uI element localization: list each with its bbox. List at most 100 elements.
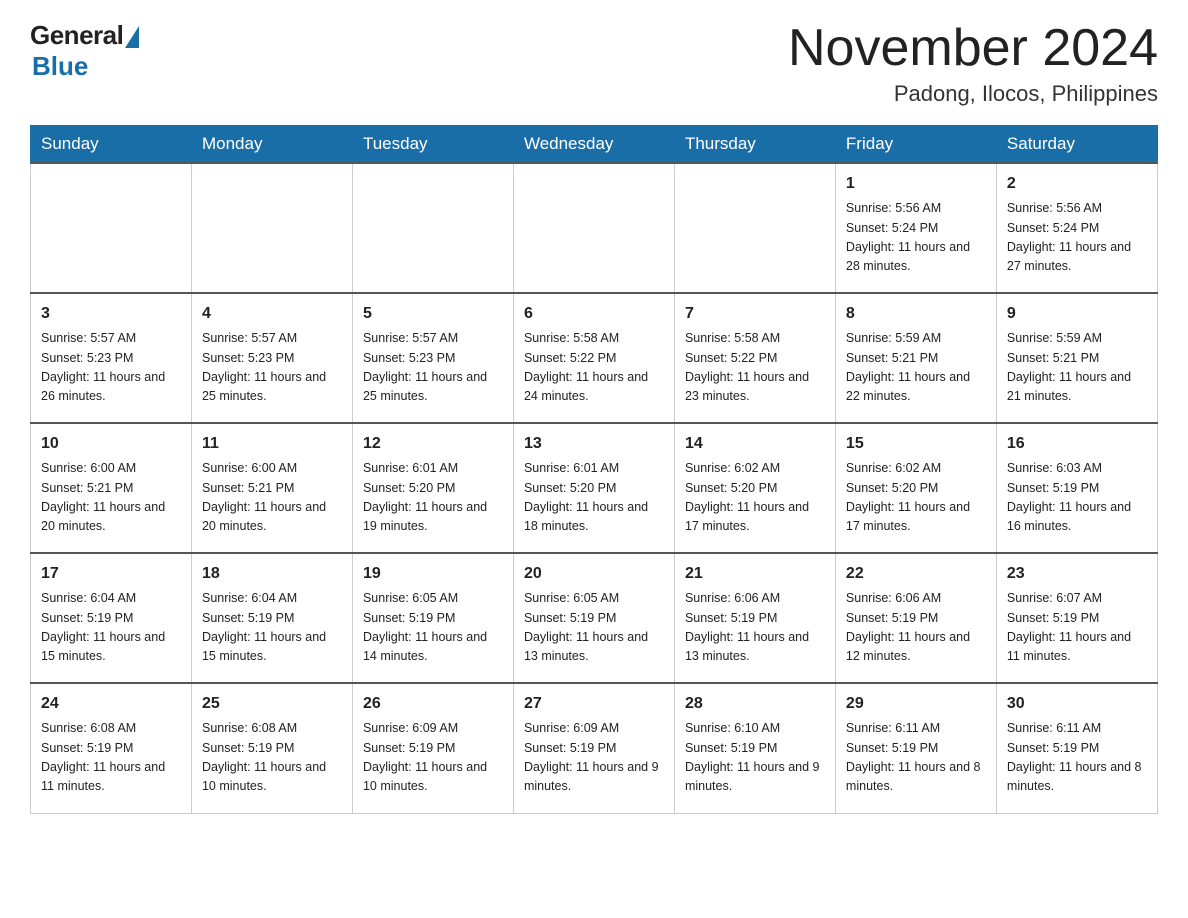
day-of-week-header: Thursday bbox=[674, 126, 835, 164]
day-info: Sunrise: 6:08 AM Sunset: 5:19 PM Dayligh… bbox=[41, 719, 181, 797]
calendar-day-cell: 29 Sunrise: 6:11 AM Sunset: 5:19 PM Dayli… bbox=[835, 683, 996, 813]
day-number: 8 bbox=[846, 302, 986, 326]
day-info: Sunrise: 6:05 AM Sunset: 5:19 PM Dayligh… bbox=[524, 589, 664, 667]
day-of-week-header: Tuesday bbox=[352, 126, 513, 164]
day-info: Sunrise: 5:59 AM Sunset: 5:21 PM Dayligh… bbox=[846, 329, 986, 407]
calendar-day-cell: 23Sunrise: 6:07 AM Sunset: 5:19 PM Dayli… bbox=[996, 553, 1157, 683]
day-info: Sunrise: 6:09 AM Sunset: 5:19 PM Dayligh… bbox=[363, 719, 503, 797]
day-number: 17 bbox=[41, 562, 181, 586]
day-info: Sunrise: 5:56 AM Sunset: 5:24 PM Dayligh… bbox=[1007, 199, 1147, 277]
day-number: 9 bbox=[1007, 302, 1147, 326]
day-number: 24 bbox=[41, 692, 181, 716]
calendar-week-row: 10 Sunrise: 6:00 AM Sunset: 5:21 PM Dayli… bbox=[31, 423, 1158, 553]
day-number: 16 bbox=[1007, 432, 1147, 456]
calendar-day-cell: 21 Sunrise: 6:06 AM Sunset: 5:19 PM Dayli… bbox=[674, 553, 835, 683]
calendar-day-cell: 24 Sunrise: 6:08 AM Sunset: 5:19 PM Dayli… bbox=[31, 683, 192, 813]
calendar-day-cell: 20Sunrise: 6:05 AM Sunset: 5:19 PM Dayli… bbox=[513, 553, 674, 683]
calendar-week-row: 3Sunrise: 5:57 AM Sunset: 5:23 PM Daylig… bbox=[31, 293, 1158, 423]
day-info: Sunrise: 5:57 AM Sunset: 5:23 PM Dayligh… bbox=[363, 329, 503, 407]
day-info: Sunrise: 6:03 AM Sunset: 5:19 PM Dayligh… bbox=[1007, 459, 1147, 537]
day-number: 6 bbox=[524, 302, 664, 326]
day-number: 2 bbox=[1007, 172, 1147, 196]
calendar-day-cell: 3Sunrise: 5:57 AM Sunset: 5:23 PM Daylig… bbox=[31, 293, 192, 423]
calendar-day-cell: 12Sunrise: 6:01 AM Sunset: 5:20 PM Dayli… bbox=[352, 423, 513, 553]
day-number: 11 bbox=[202, 432, 342, 456]
day-number: 29 bbox=[846, 692, 986, 716]
day-info: Sunrise: 6:00 AM Sunset: 5:21 PM Dayligh… bbox=[41, 459, 181, 537]
day-of-week-header: Wednesday bbox=[513, 126, 674, 164]
location-subtitle: Padong, Ilocos, Philippines bbox=[788, 81, 1158, 107]
day-number: 25 bbox=[202, 692, 342, 716]
day-number: 4 bbox=[202, 302, 342, 326]
calendar-day-cell bbox=[674, 163, 835, 293]
logo-general-text: General bbox=[30, 20, 123, 51]
day-info: Sunrise: 5:59 AM Sunset: 5:21 PM Dayligh… bbox=[1007, 329, 1147, 407]
day-info: Sunrise: 5:56 AM Sunset: 5:24 PM Dayligh… bbox=[846, 199, 986, 277]
day-info: Sunrise: 6:04 AM Sunset: 5:19 PM Dayligh… bbox=[41, 589, 181, 667]
day-number: 13 bbox=[524, 432, 664, 456]
day-info: Sunrise: 5:57 AM Sunset: 5:23 PM Dayligh… bbox=[202, 329, 342, 407]
day-info: Sunrise: 5:58 AM Sunset: 5:22 PM Dayligh… bbox=[524, 329, 664, 407]
calendar-day-cell: 15 Sunrise: 6:02 AM Sunset: 5:20 PM Dayli… bbox=[835, 423, 996, 553]
day-info: Sunrise: 6:08 AM Sunset: 5:19 PM Dayligh… bbox=[202, 719, 342, 797]
day-number: 7 bbox=[685, 302, 825, 326]
calendar-week-row: 24 Sunrise: 6:08 AM Sunset: 5:19 PM Dayli… bbox=[31, 683, 1158, 813]
day-info: Sunrise: 5:58 AM Sunset: 5:22 PM Dayligh… bbox=[685, 329, 825, 407]
day-number: 19 bbox=[363, 562, 503, 586]
calendar-day-cell: 7 Sunrise: 5:58 AM Sunset: 5:22 PM Daylig… bbox=[674, 293, 835, 423]
calendar-day-cell: 8 Sunrise: 5:59 AM Sunset: 5:21 PM Daylig… bbox=[835, 293, 996, 423]
logo-blue-text: Blue bbox=[32, 51, 88, 82]
calendar-day-cell: 17 Sunrise: 6:04 AM Sunset: 5:19 PM Dayli… bbox=[31, 553, 192, 683]
day-number: 22 bbox=[846, 562, 986, 586]
day-number: 30 bbox=[1007, 692, 1147, 716]
calendar-day-cell bbox=[31, 163, 192, 293]
calendar-day-cell: 4 Sunrise: 5:57 AM Sunset: 5:23 PM Daylig… bbox=[191, 293, 352, 423]
day-number: 26 bbox=[363, 692, 503, 716]
day-number: 5 bbox=[363, 302, 503, 326]
day-info: Sunrise: 6:05 AM Sunset: 5:19 PM Dayligh… bbox=[363, 589, 503, 667]
calendar-day-cell: 18Sunrise: 6:04 AM Sunset: 5:19 PM Dayli… bbox=[191, 553, 352, 683]
day-number: 15 bbox=[846, 432, 986, 456]
calendar-day-cell: 11Sunrise: 6:00 AM Sunset: 5:21 PM Dayli… bbox=[191, 423, 352, 553]
calendar-day-cell: 10 Sunrise: 6:00 AM Sunset: 5:21 PM Dayli… bbox=[31, 423, 192, 553]
page-header: General Blue November 2024 Padong, Iloco… bbox=[30, 20, 1158, 107]
calendar-day-cell: 16 Sunrise: 6:03 AM Sunset: 5:19 PM Dayli… bbox=[996, 423, 1157, 553]
day-number: 14 bbox=[685, 432, 825, 456]
calendar-day-cell: 19 Sunrise: 6:05 AM Sunset: 5:19 PM Dayli… bbox=[352, 553, 513, 683]
calendar-day-cell: 30 Sunrise: 6:11 AM Sunset: 5:19 PM Dayli… bbox=[996, 683, 1157, 813]
day-info: Sunrise: 6:01 AM Sunset: 5:20 PM Dayligh… bbox=[363, 459, 503, 537]
day-info: Sunrise: 6:01 AM Sunset: 5:20 PM Dayligh… bbox=[524, 459, 664, 537]
calendar-day-cell: 6 Sunrise: 5:58 AM Sunset: 5:22 PM Daylig… bbox=[513, 293, 674, 423]
day-info: Sunrise: 6:11 AM Sunset: 5:19 PM Dayligh… bbox=[846, 719, 986, 797]
day-info: Sunrise: 6:04 AM Sunset: 5:19 PM Dayligh… bbox=[202, 589, 342, 667]
calendar-day-cell: 14 Sunrise: 6:02 AM Sunset: 5:20 PM Dayli… bbox=[674, 423, 835, 553]
month-title: November 2024 bbox=[788, 20, 1158, 77]
calendar-day-cell: 22Sunrise: 6:06 AM Sunset: 5:19 PM Dayli… bbox=[835, 553, 996, 683]
day-info: Sunrise: 6:07 AM Sunset: 5:19 PM Dayligh… bbox=[1007, 589, 1147, 667]
calendar-day-cell: 27Sunrise: 6:09 AM Sunset: 5:19 PM Dayli… bbox=[513, 683, 674, 813]
day-number: 21 bbox=[685, 562, 825, 586]
calendar-day-cell: 13 Sunrise: 6:01 AM Sunset: 5:20 PM Dayli… bbox=[513, 423, 674, 553]
day-info: Sunrise: 6:06 AM Sunset: 5:19 PM Dayligh… bbox=[685, 589, 825, 667]
calendar-day-cell: 26 Sunrise: 6:09 AM Sunset: 5:19 PM Dayli… bbox=[352, 683, 513, 813]
day-of-week-header: Sunday bbox=[31, 126, 192, 164]
logo: General Blue bbox=[30, 20, 139, 82]
day-info: Sunrise: 5:57 AM Sunset: 5:23 PM Dayligh… bbox=[41, 329, 181, 407]
day-info: Sunrise: 6:02 AM Sunset: 5:20 PM Dayligh… bbox=[685, 459, 825, 537]
day-number: 10 bbox=[41, 432, 181, 456]
day-of-week-header: Friday bbox=[835, 126, 996, 164]
day-info: Sunrise: 6:11 AM Sunset: 5:19 PM Dayligh… bbox=[1007, 719, 1147, 797]
calendar-day-cell bbox=[352, 163, 513, 293]
day-of-week-header: Saturday bbox=[996, 126, 1157, 164]
day-number: 27 bbox=[524, 692, 664, 716]
title-section: November 2024 Padong, Ilocos, Philippine… bbox=[788, 20, 1158, 107]
days-of-week-row: SundayMondayTuesdayWednesdayThursdayFrid… bbox=[31, 126, 1158, 164]
calendar-day-cell: 1Sunrise: 5:56 AM Sunset: 5:24 PM Daylig… bbox=[835, 163, 996, 293]
calendar-week-row: 1Sunrise: 5:56 AM Sunset: 5:24 PM Daylig… bbox=[31, 163, 1158, 293]
calendar-day-cell: 9 Sunrise: 5:59 AM Sunset: 5:21 PM Daylig… bbox=[996, 293, 1157, 423]
day-info: Sunrise: 6:10 AM Sunset: 5:19 PM Dayligh… bbox=[685, 719, 825, 797]
calendar-header: SundayMondayTuesdayWednesdayThursdayFrid… bbox=[31, 126, 1158, 164]
logo-triangle-icon bbox=[125, 26, 139, 48]
day-info: Sunrise: 6:02 AM Sunset: 5:20 PM Dayligh… bbox=[846, 459, 986, 537]
calendar-table: SundayMondayTuesdayWednesdayThursdayFrid… bbox=[30, 125, 1158, 814]
